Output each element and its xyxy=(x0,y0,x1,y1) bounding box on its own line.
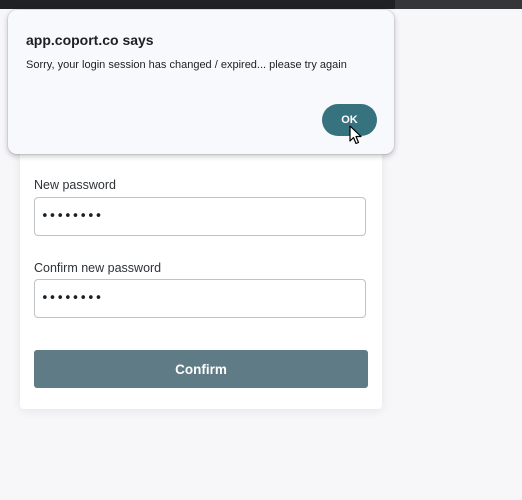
browser-top-bar xyxy=(0,0,522,9)
confirm-password-input[interactable] xyxy=(34,279,366,318)
alert-dialog: app.coport.co says Sorry, your login ses… xyxy=(8,10,394,154)
new-password-label: New password xyxy=(34,178,116,192)
browser-tab-strip xyxy=(0,0,395,9)
new-password-input[interactable] xyxy=(34,197,366,236)
dialog-title: app.coport.co says xyxy=(26,32,154,48)
confirm-button[interactable]: Confirm xyxy=(34,350,368,388)
mouse-pointer-icon xyxy=(349,125,362,145)
confirm-password-label: Confirm new password xyxy=(34,261,162,275)
dialog-message: Sorry, your login session has changed / … xyxy=(26,59,347,71)
change-password-card: New password Confirm new password Confir… xyxy=(20,139,382,409)
